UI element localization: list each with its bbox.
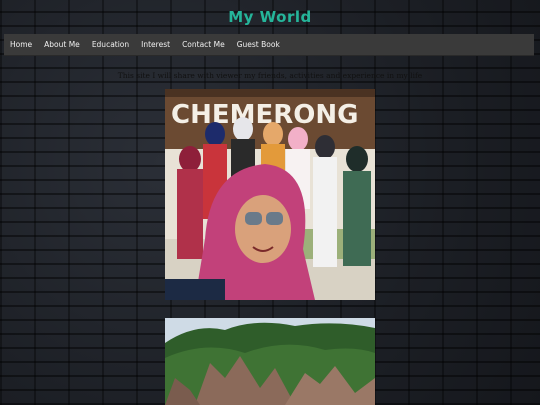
nav-item-about-me[interactable]: About Me (38, 34, 86, 55)
intro-text: This site I will share with viewer my fr… (117, 71, 423, 80)
landscape-photo (165, 318, 375, 405)
nav-item-home[interactable]: Home (4, 34, 38, 55)
nav-item-contact-me[interactable]: Contact Me (176, 34, 231, 55)
group-selfie-illustration: CHEMERONG (165, 89, 375, 300)
site-title: My World (228, 8, 312, 26)
group-selfie-photo: CHEMERONG (165, 89, 375, 300)
nav-item-guest-book[interactable]: Guest Book (231, 34, 286, 55)
sign-text: CHEMERONG (171, 100, 358, 130)
landscape-illustration (165, 318, 375, 405)
nav-item-interest[interactable]: Interest (135, 34, 176, 55)
nav-item-education[interactable]: Education (86, 34, 135, 55)
main-navbar: Home About Me Education Interest Contact… (4, 34, 534, 56)
